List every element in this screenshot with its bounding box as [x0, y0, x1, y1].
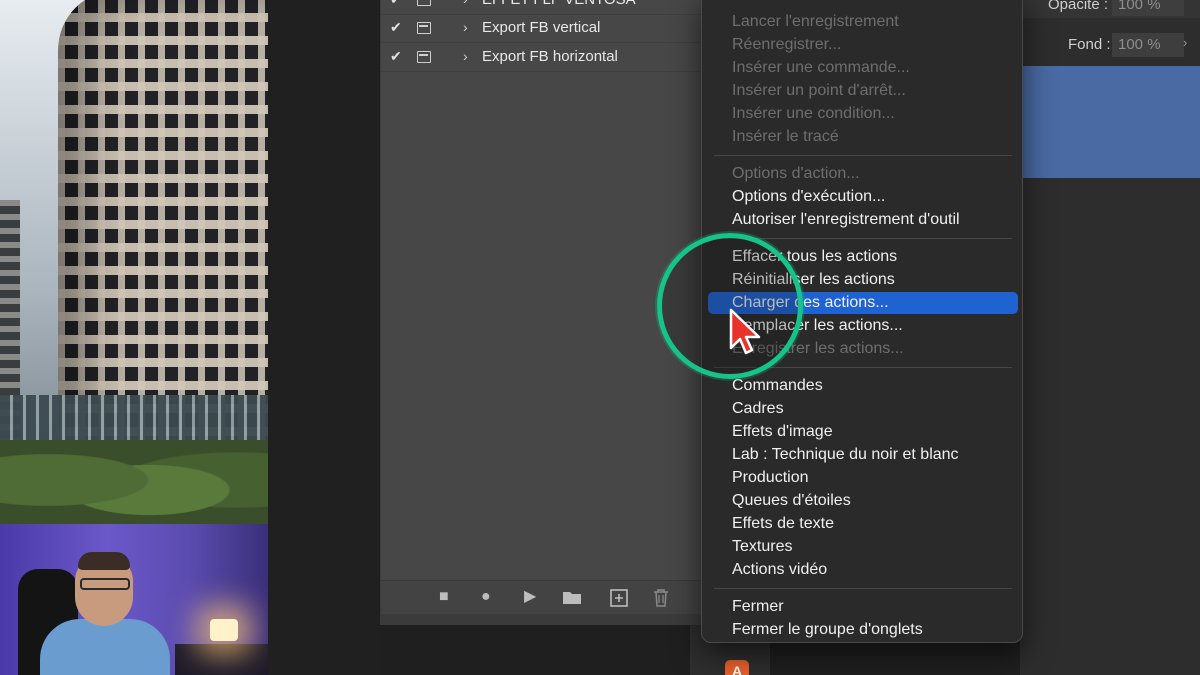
folder-icon[interactable] — [562, 589, 582, 609]
building-facade — [58, 0, 268, 460]
stop-icon[interactable]: ■ — [439, 589, 449, 605]
trees — [0, 440, 268, 525]
fill-field[interactable]: 100 % — [1112, 33, 1184, 57]
opacity-row: Opacité : 100 % — [1020, 0, 1200, 18]
menu-separator — [714, 588, 1012, 589]
opacity-field[interactable]: 100 % — [1112, 0, 1184, 16]
chevron-right-icon[interactable]: › — [463, 0, 468, 7]
menu-item-image-effects[interactable]: Effets d'image — [732, 423, 833, 445]
chevron-right-icon[interactable]: › — [463, 19, 468, 35]
menu-item-insert-condition: Insérer une condition... — [732, 105, 895, 122]
presenter-hair — [78, 552, 130, 570]
actions-panel: ✔ › EFFET FLF VENTOSA ✔ › Export FB vert… — [380, 0, 703, 625]
lamp — [210, 619, 238, 641]
menu-item-insert-path: Insérer le tracé — [732, 128, 839, 145]
chevron-right-icon[interactable]: › — [1183, 35, 1187, 50]
menu-item-insert-command: Insérer une commande... — [732, 59, 910, 76]
cursor-arrow-icon — [729, 308, 761, 355]
menu-item-text-effects[interactable]: Effets de texte — [732, 515, 834, 537]
menu-separator — [714, 155, 1012, 156]
opacity-label: Opacité : — [1048, 0, 1109, 13]
dialog-toggle-icon[interactable] — [417, 51, 431, 63]
layers-panel: Opacité : 100 % Fond : 100 % › — [1020, 0, 1200, 675]
selected-layer-row[interactable] — [1028, 66, 1200, 178]
menu-item-close[interactable]: Fermer — [732, 598, 784, 620]
menu-item-insert-stop: Insérer un point d'arrêt... — [732, 82, 906, 99]
menu-item-action-options: Options d'action... — [732, 165, 860, 182]
app-icon[interactable]: A — [725, 660, 749, 675]
toggle-check-icon[interactable]: ✔ — [390, 19, 404, 36]
chevron-right-icon[interactable]: › — [463, 48, 468, 64]
menu-item-star-trails[interactable]: Queues d'étoiles — [732, 492, 851, 514]
menu-item-textures[interactable]: Textures — [732, 538, 792, 560]
new-action-icon[interactable] — [610, 589, 628, 611]
menu-item-rerecord: Réenregistrer... — [732, 36, 842, 53]
menu-item-start-recording: Lancer l'enregistrement — [732, 13, 899, 30]
dialog-toggle-icon[interactable] — [417, 22, 431, 34]
webcam-overlay — [0, 524, 268, 675]
action-row[interactable]: ✔ › Export FB horizontal — [381, 43, 703, 72]
menu-item-video-actions[interactable]: Actions vidéo — [732, 561, 827, 583]
menu-item-playback-options[interactable]: Options d'exécution... — [732, 188, 885, 210]
desk — [175, 644, 268, 675]
action-row[interactable]: ✔ › Export FB vertical — [381, 14, 703, 43]
dialog-toggle-icon[interactable] — [417, 0, 431, 6]
toggle-check-icon[interactable]: ✔ — [390, 48, 404, 65]
presenter-glasses — [80, 578, 130, 590]
action-label: Export FB horizontal — [482, 48, 618, 65]
menu-item-commands[interactable]: Commandes — [732, 377, 823, 399]
action-label: Export FB vertical — [482, 19, 601, 36]
action-label: EFFET FLF VENTOSA — [482, 0, 636, 8]
annotation-ring — [657, 233, 803, 379]
menu-item-lab-bw[interactable]: Lab : Technique du noir et blanc — [732, 446, 959, 468]
panel-resize-strip[interactable] — [381, 614, 703, 625]
menu-item-frames[interactable]: Cadres — [732, 400, 784, 422]
menu-item-allow-tool-recording[interactable]: Autoriser l'enregistrement d'outil — [732, 211, 960, 233]
menu-item-production[interactable]: Production — [732, 469, 809, 491]
presenter-body — [40, 619, 170, 675]
play-icon[interactable]: ▶ — [524, 589, 536, 605]
workspace-background — [268, 0, 380, 675]
record-icon[interactable]: ● — [481, 589, 491, 605]
action-row-partial[interactable]: ✔ › EFFET FLF VENTOSA — [381, 0, 703, 15]
menu-item-close-tab-group[interactable]: Fermer le groupe d'onglets — [732, 621, 923, 643]
actions-footer-toolbar: ■ ● ▶ — [381, 580, 703, 614]
trash-icon[interactable] — [653, 589, 669, 611]
toggle-check-icon[interactable]: ✔ — [390, 0, 404, 8]
fill-label: Fond : — [1068, 36, 1111, 53]
screen: ✔ › EFFET FLF VENTOSA ✔ › Export FB vert… — [0, 0, 1200, 675]
canvas-photo — [0, 0, 268, 525]
